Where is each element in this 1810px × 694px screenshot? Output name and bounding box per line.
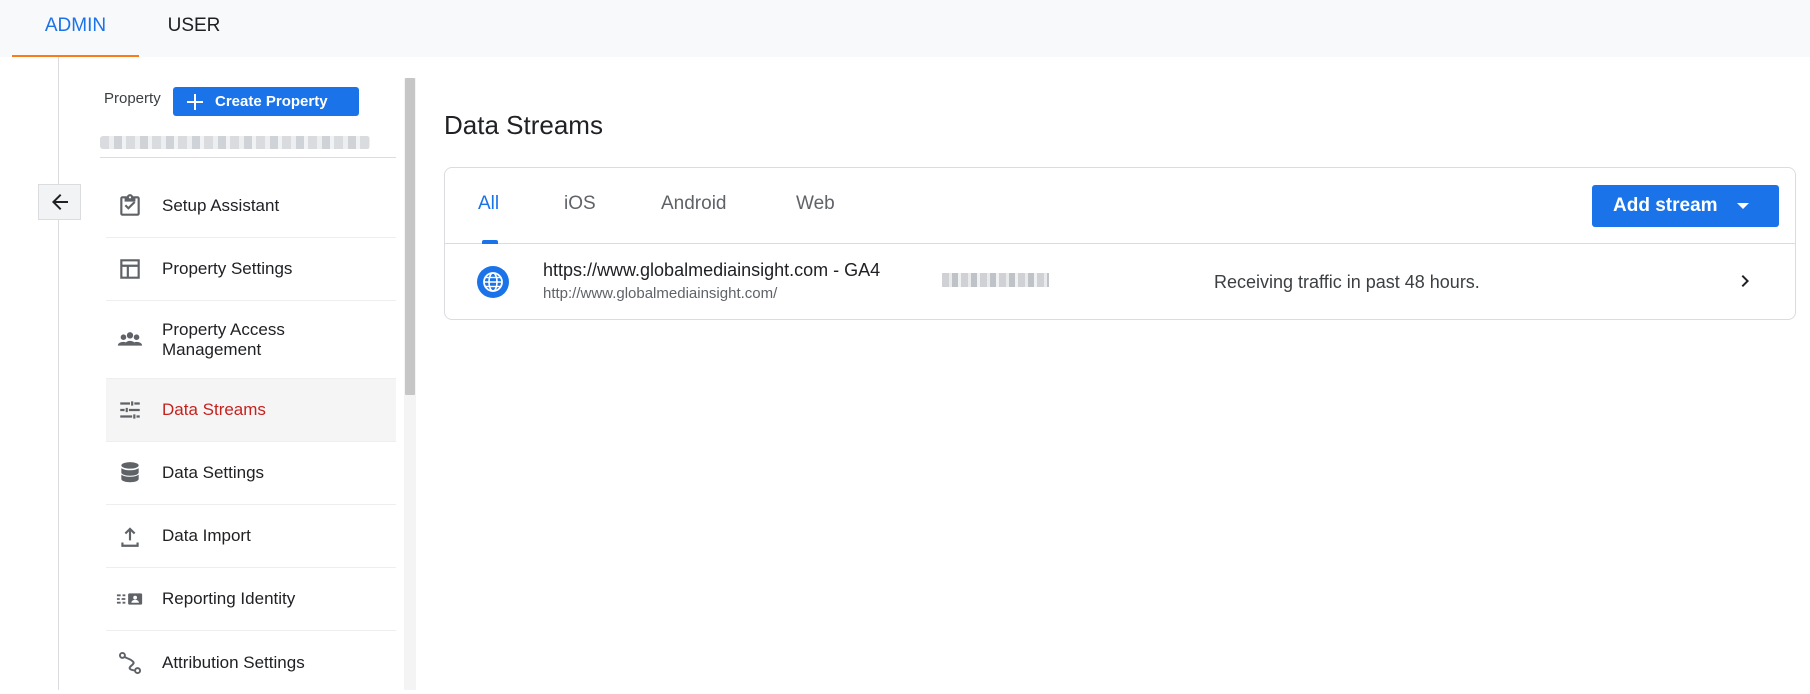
nav-item-reporting-identity[interactable]: Reporting Identity bbox=[106, 568, 396, 631]
attribution-icon bbox=[116, 649, 144, 677]
create-property-button[interactable]: Create Property bbox=[173, 87, 359, 116]
back-button[interactable] bbox=[38, 184, 81, 220]
add-stream-label: Add stream bbox=[1613, 195, 1718, 216]
nav-item-data-settings[interactable]: Data Settings bbox=[106, 442, 396, 505]
nav-label: Property Settings bbox=[162, 259, 293, 278]
nav-item-data-streams[interactable]: Data Streams bbox=[106, 379, 396, 442]
nav-item-data-import[interactable]: Data Import bbox=[106, 505, 396, 568]
layout-icon bbox=[116, 255, 144, 283]
stream-row[interactable]: https://www.globalmediainsight.com - GA4… bbox=[445, 245, 1795, 321]
stream-name: https://www.globalmediainsight.com - GA4 bbox=[543, 260, 881, 280]
rail-divider bbox=[58, 57, 59, 690]
stream-status: Receiving traffic in past 48 hours. bbox=[1214, 272, 1480, 292]
stream-url: http://www.globalmediainsight.com/ bbox=[543, 285, 778, 302]
active-tab-indicator bbox=[482, 240, 498, 244]
streams-card: All iOS Android Web Add stream https://w… bbox=[444, 167, 1796, 320]
nav-label: Data Streams bbox=[162, 400, 266, 419]
property-selector[interactable] bbox=[100, 136, 370, 149]
nav-item-property-access-management[interactable]: Property Access Management bbox=[106, 301, 396, 379]
nav-label: Data Import bbox=[162, 526, 251, 545]
nav-scrollbar-thumb[interactable] bbox=[405, 78, 415, 395]
nav-label: Setup Assistant bbox=[162, 196, 280, 215]
tab-ios[interactable]: iOS bbox=[564, 168, 596, 244]
tab-all[interactable]: All bbox=[478, 168, 499, 244]
nav-item-attribution-settings[interactable]: Attribution Settings bbox=[106, 631, 396, 694]
nav-item-property-settings[interactable]: Property Settings bbox=[106, 238, 396, 301]
nav-label: Data Settings bbox=[162, 463, 265, 482]
stream-id-redacted bbox=[942, 273, 1049, 287]
nav-label: Property Access Management bbox=[162, 319, 285, 359]
caret-down-icon bbox=[1737, 203, 1749, 209]
upload-icon bbox=[116, 522, 144, 550]
nav-label: Attribution Settings bbox=[162, 652, 305, 672]
arrow-back-icon bbox=[51, 194, 68, 210]
property-nav: Setup Assistant Property Settings Proper… bbox=[106, 175, 396, 694]
nav-item-setup-assistant[interactable]: Setup Assistant bbox=[106, 175, 396, 238]
nav-label: Reporting Identity bbox=[162, 589, 296, 608]
stream-filter-tabs: All iOS Android Web Add stream bbox=[445, 168, 1795, 244]
chevron-right-icon bbox=[1741, 275, 1749, 287]
add-stream-button[interactable]: Add stream bbox=[1592, 185, 1779, 227]
plus-icon bbox=[187, 93, 203, 110]
clipboard-check-icon bbox=[116, 192, 144, 220]
tab-web[interactable]: Web bbox=[796, 168, 835, 244]
identity-icon bbox=[116, 585, 144, 613]
people-icon bbox=[116, 326, 144, 354]
top-tab-bar: ADMIN USER bbox=[0, 0, 1810, 57]
property-label: Property bbox=[104, 90, 161, 107]
streams-icon bbox=[116, 396, 144, 424]
tab-android[interactable]: Android bbox=[661, 168, 727, 244]
tab-admin[interactable]: ADMIN bbox=[12, 0, 139, 57]
globe-icon bbox=[477, 266, 509, 298]
property-divider bbox=[100, 157, 396, 158]
page-title: Data Streams bbox=[444, 110, 603, 140]
database-icon bbox=[116, 459, 144, 487]
create-property-label: Create Property bbox=[215, 93, 328, 110]
tab-user[interactable]: USER bbox=[148, 0, 240, 57]
